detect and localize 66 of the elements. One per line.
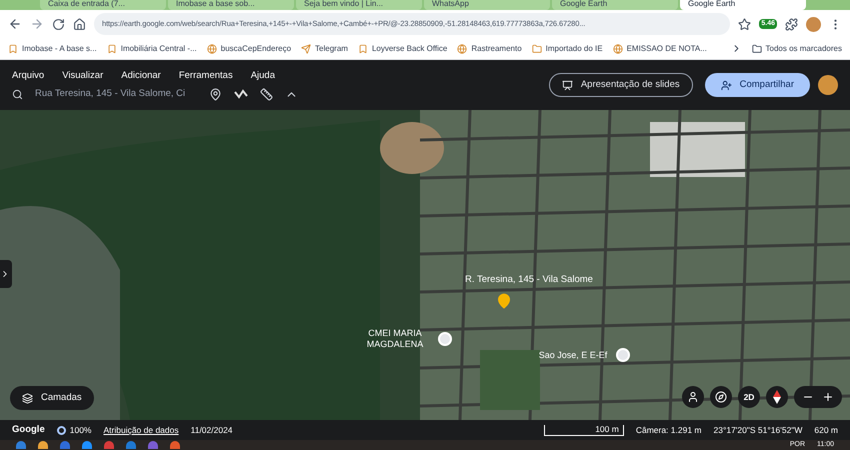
menu-item[interactable]: Adicionar [121,69,161,84]
slides-button[interactable]: Apresentação de slides [548,73,693,97]
slides-icon [562,80,573,90]
menu-item[interactable]: Ferramentas [178,69,233,84]
bookmark-link[interactable]: Importado do IE [532,42,603,54]
home-icon[interactable] [73,18,86,30]
search-field[interactable]: Rua Teresina, 145 - Vila Salome, Ci [35,88,197,100]
browser-tab[interactable]: WhatsApp [424,0,550,10]
compass-off-icon [715,391,727,403]
bookmark-link[interactable]: Imobiliária Central -... [106,42,197,54]
taskbar-app-icon[interactable] [16,441,26,449]
scale-bar: 100 m [544,424,624,436]
elevation-text: 620 m [814,424,838,436]
taskbar-app-icon[interactable] [126,441,136,449]
browser-tab[interactable]: Caixa de entrada (7... [40,0,166,10]
browser-tab[interactable]: Seja bem vindo | Lin... [296,0,422,10]
browser-tab[interactable]: Google Earth [680,0,806,10]
profile-avatar[interactable] [806,16,821,32]
coordinates-text: 23°17'20"S 51°16'52"W [714,424,802,436]
taskbar-app-icon[interactable] [38,441,48,449]
location-pin-icon[interactable] [496,293,512,309]
profile-avatar[interactable] [818,75,838,95]
loading-ring-icon [56,426,66,434]
attribution-link[interactable]: Atribuição de dados [103,424,179,436]
reload-icon[interactable] [52,18,65,30]
bookmark-link[interactable]: EMISSAO DE NOTA... [612,42,707,54]
share-person-icon [720,80,732,90]
browser-tab[interactable]: Google Earth [552,0,678,10]
quality-text: 100% [70,424,92,436]
menu-item[interactable]: Visualizar [62,69,104,84]
back-icon[interactable] [8,17,22,31]
zoom-in-icon[interactable] [822,391,834,403]
google-logo: Google [12,422,45,437]
person-icon [687,391,699,403]
imagery-date: 11/02/2024 [190,424,233,436]
taskbar-app-icon[interactable] [104,441,114,449]
bookmark-link[interactable]: Telegram [301,42,348,54]
bookmark-link[interactable]: buscaCepEndereço [206,42,292,54]
all-bookmarks-link[interactable]: Todos os marcadores [752,42,842,54]
bookmark-link[interactable]: Imobase - A base s... [8,42,97,54]
pin-icon[interactable] [209,88,222,101]
taskbar-app-icon[interactable] [60,441,70,449]
bookmark-link[interactable]: Loyverse Back Office [358,42,448,54]
forward-icon[interactable] [30,17,44,31]
bookmark-link[interactable]: Rastreamento [457,42,522,54]
menu-item[interactable]: Arquivo [12,69,44,84]
camera-altitude: Câmera: 1.291 m [636,424,702,436]
compass-needle-icon [773,390,781,404]
map-label: Sao Jose, E E-Ef [538,350,608,360]
taskbar-app-icon[interactable] [82,441,92,449]
browser-tab[interactable]: Imobase a base sob... [168,0,294,10]
search-icon[interactable] [12,88,23,100]
street-label: R. Teresina, 145 - Vila Salome [465,273,593,287]
extensions-icon[interactable] [785,18,798,30]
folder-icon [752,44,762,54]
taskbar-app-icon[interactable] [170,441,180,449]
ruler-icon[interactable] [260,88,273,101]
star-icon[interactable] [738,18,752,30]
path-icon[interactable] [234,89,248,100]
share-button[interactable]: Compartilhar [704,73,810,97]
taskbar-app-icon[interactable] [148,441,158,449]
layers-icon [22,392,33,404]
layers-button[interactable]: Camadas [10,386,94,410]
menu-item[interactable]: Ajuda [250,69,276,84]
map-label: CMEI MARIA MAGDALENA [366,328,424,350]
side-panel-toggle[interactable] [0,260,12,288]
